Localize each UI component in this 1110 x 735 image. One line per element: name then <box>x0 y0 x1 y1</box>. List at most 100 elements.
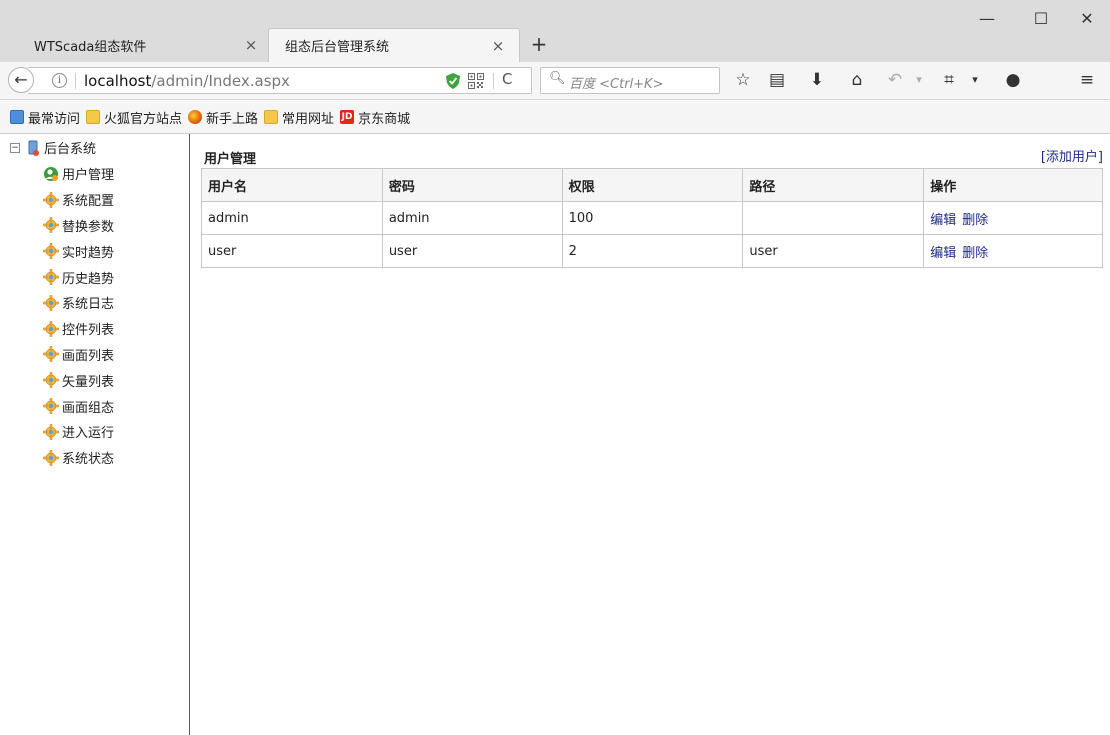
maximize-button[interactable]: ☐ <box>1018 6 1064 32</box>
tab-admin[interactable]: 组态后台管理系统 × <box>268 28 520 62</box>
tab-title: WTScada组态软件 <box>34 39 147 55</box>
undo-icon[interactable]: ↶ <box>882 66 908 94</box>
shield-icon[interactable] <box>446 73 460 89</box>
tree-item-label: 替换参数 <box>62 219 115 235</box>
tab-title: 组态后台管理系统 <box>285 40 390 55</box>
reload-icon[interactable]: C <box>502 70 512 88</box>
sidebar-tree: − 后台系统 用户管理系统配置替换参数实时趋势历史趋势系统日志控件列表画面列表矢… <box>0 134 190 735</box>
dropdown-icon[interactable]: ▾ <box>906 66 932 94</box>
tab-wtscada[interactable]: WTScada组态软件 × <box>10 28 272 62</box>
minimize-button[interactable]: — <box>964 6 1010 32</box>
bookmark-jd[interactable]: JD 京东商城 <box>340 108 410 127</box>
home-icon[interactable]: ⌂ <box>844 66 870 94</box>
tree-item[interactable]: 控件列表 <box>42 316 114 342</box>
tree-item[interactable]: 用户管理 <box>42 161 114 187</box>
divider <box>75 73 76 89</box>
url-text[interactable]: localhost/admin/Index.aspx <box>84 72 290 90</box>
gear-icon <box>43 449 59 466</box>
tab-strip: WTScada组态软件 × 组态后台管理系统 × + — ☐ ✕ <box>0 0 1110 62</box>
search-placeholder: 百度 <Ctrl+K> <box>569 77 664 92</box>
tree-item-label: 用户管理 <box>62 168 115 184</box>
reading-list-icon[interactable]: ▤ <box>764 66 790 94</box>
tab-close-icon[interactable]: × <box>489 37 507 55</box>
search-input[interactable]: 🔍︎ 百度 <Ctrl+K> <box>540 67 720 94</box>
column-header: 操作 <box>923 168 1103 202</box>
star-icon[interactable]: ☆ <box>730 66 756 94</box>
bookmark-firefox-site[interactable]: 火狐官方站点 <box>86 108 182 127</box>
crop-icon[interactable]: ⌗ <box>936 66 962 94</box>
chat-icon[interactable]: ● <box>1000 66 1026 94</box>
column-header: 权限 <box>561 168 744 202</box>
tree-item[interactable]: 系统日志 <box>42 290 114 316</box>
delete-link[interactable]: 删除 <box>962 246 988 261</box>
tree-item[interactable]: 进入运行 <box>42 419 114 445</box>
bookmark-label: 最常访问 <box>28 111 81 127</box>
menu-icon[interactable]: ≡ <box>1074 66 1100 94</box>
qr-code-icon[interactable] <box>468 73 484 89</box>
edit-link[interactable]: 编辑 <box>930 213 956 228</box>
tree-item[interactable]: 历史趋势 <box>42 264 114 290</box>
dropdown-icon[interactable]: ▾ <box>962 66 988 94</box>
tree-items: 用户管理系统配置替换参数实时趋势历史趋势系统日志控件列表画面列表矢量列表画面组态… <box>42 161 114 471</box>
close-window-button[interactable]: ✕ <box>1064 6 1110 32</box>
url-bar[interactable]: i localhost/admin/Index.aspx C <box>28 67 532 94</box>
gear-icon <box>43 269 59 285</box>
user-gear-icon <box>44 166 58 181</box>
tree-item-label: 控件列表 <box>62 323 115 339</box>
tree-item[interactable]: 系统状态 <box>42 445 114 471</box>
gear-icon <box>43 320 59 337</box>
permission-cell: 100 <box>561 201 744 235</box>
page-content: − 后台系统 用户管理系统配置替换参数实时趋势历史趋势系统日志控件列表画面列表矢… <box>0 134 1110 735</box>
tree-item[interactable]: 画面列表 <box>42 342 114 368</box>
tree-item[interactable]: 实时趋势 <box>42 238 114 264</box>
tree-item[interactable]: 画面组态 <box>42 393 114 419</box>
column-header: 路径 <box>742 168 925 202</box>
tree-item-label: 系统日志 <box>62 297 115 313</box>
gear-icon <box>43 191 59 208</box>
password-cell: admin <box>381 201 563 235</box>
download-icon[interactable]: ⬇ <box>804 66 830 94</box>
tree-item[interactable]: 矢量列表 <box>42 367 114 393</box>
tree-item-label: 系统配置 <box>62 194 115 210</box>
bookmark-common-sites[interactable]: 常用网址 <box>264 108 334 127</box>
info-icon[interactable]: i <box>52 73 67 88</box>
tree-root[interactable]: − 后台系统 <box>10 138 96 157</box>
tree-item-label: 系统状态 <box>62 452 115 468</box>
tree-item-label: 进入运行 <box>62 426 115 442</box>
bookmark-label: 火狐官方站点 <box>104 111 183 127</box>
back-button[interactable]: ← <box>8 67 34 93</box>
column-header: 用户名 <box>201 168 383 202</box>
gear-icon <box>43 424 59 440</box>
tree-item-label: 矢量列表 <box>62 374 115 390</box>
bookmark-label: 新手上路 <box>206 111 259 127</box>
bookmarks-bar: 最常访问 火狐官方站点 新手上路 常用网址 JD 京东商城 <box>0 101 1110 134</box>
new-tab-button[interactable]: + <box>528 30 550 58</box>
gear-icon <box>43 217 59 234</box>
tree-item[interactable]: 替换参数 <box>42 213 114 239</box>
delete-link[interactable]: 删除 <box>962 213 988 228</box>
main-panel: 用户管理 [添加用户] 用户名 密码 权限 路径 操作 admin admin … <box>201 144 1103 268</box>
collapse-icon[interactable]: − <box>10 142 20 153</box>
search-icon: 🔍︎ <box>549 71 566 86</box>
tree-item-label: 实时趋势 <box>62 245 115 261</box>
users-table: 用户名 密码 权限 路径 操作 admin admin 100 编辑 删除 us… <box>201 168 1103 268</box>
edit-link[interactable]: 编辑 <box>930 246 956 261</box>
tab-close-icon[interactable]: × <box>242 36 260 54</box>
server-icon <box>28 140 39 156</box>
tree-item-label: 画面组态 <box>62 400 115 416</box>
table-row: user user 2 user 编辑 删除 <box>201 234 1103 268</box>
path-cell <box>742 201 925 235</box>
bookmark-getting-started[interactable]: 新手上路 <box>188 108 258 127</box>
bookmark-most-visited[interactable]: 最常访问 <box>10 108 80 127</box>
username-cell: admin <box>201 201 383 235</box>
add-user-link[interactable]: [添加用户] <box>1041 146 1103 165</box>
gear-icon <box>43 398 59 414</box>
tree-item[interactable]: 系统配置 <box>42 187 114 213</box>
jd-icon: JD <box>340 110 355 124</box>
actions-cell: 编辑 删除 <box>923 234 1103 268</box>
bookmark-label: 京东商城 <box>358 111 411 127</box>
tree-item-label: 画面列表 <box>62 348 115 364</box>
panel-header: 用户管理 [添加用户] <box>201 144 1103 168</box>
folder-icon <box>264 110 279 124</box>
url-host: localhost <box>84 72 152 90</box>
